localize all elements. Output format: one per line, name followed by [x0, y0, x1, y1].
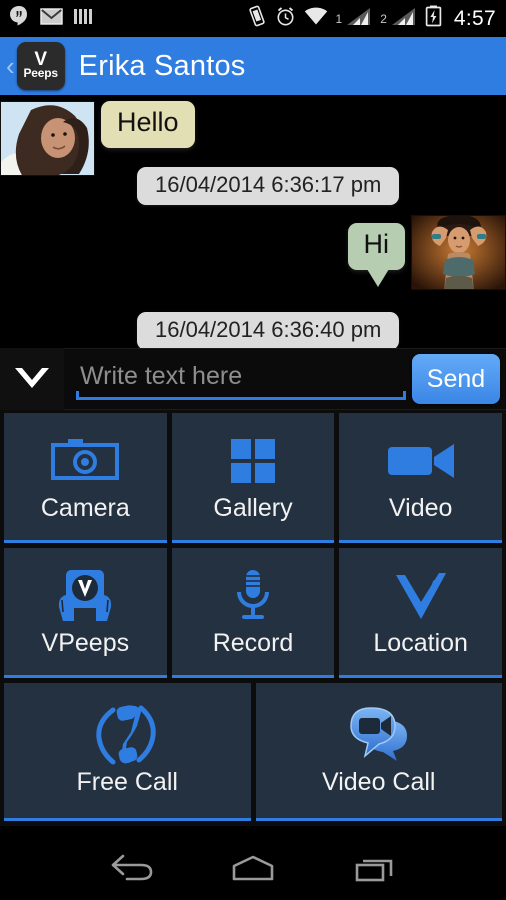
- attachment-row: VPeeps Record Location: [0, 548, 506, 683]
- bars-icon: [73, 7, 94, 31]
- wifi-icon: [304, 7, 328, 31]
- attachment-label: VPeeps: [41, 629, 130, 657]
- status-bar-system: 1 2 4:57: [247, 5, 496, 32]
- vpeeps-hands-icon: [54, 565, 116, 627]
- attachment-label: Record: [212, 629, 294, 657]
- battery-charging-icon: [425, 5, 442, 32]
- attachment-vpeeps[interactable]: VPeeps: [4, 548, 167, 678]
- app-logo-peeps: Peeps: [23, 66, 58, 80]
- attachment-label: Free Call: [76, 768, 178, 796]
- back-chevron-icon[interactable]: ‹: [6, 53, 15, 79]
- attachment-label: Video: [388, 494, 453, 522]
- attachment-label: Gallery: [213, 494, 293, 522]
- message-row-outgoing: Hi: [347, 215, 506, 290]
- attachment-label: Location: [373, 629, 468, 657]
- message-bubble[interactable]: Hi: [347, 223, 405, 287]
- location-pin-icon: [393, 565, 449, 627]
- attachment-video-call[interactable]: Video Call: [255, 683, 502, 821]
- attachment-gallery[interactable]: Gallery: [171, 413, 335, 543]
- alarm-icon: [275, 6, 296, 32]
- attachment-row: Free Call Video Call: [0, 683, 506, 826]
- gallery-grid-icon: [229, 430, 277, 492]
- video-chat-bubbles-icon: [345, 704, 413, 766]
- contact-avatar[interactable]: [0, 101, 95, 176]
- message-timestamp: 16/04/2014 6:36:17 pm: [137, 167, 400, 205]
- sim1-label: 1: [335, 11, 343, 26]
- attachment-record[interactable]: Record: [171, 548, 335, 678]
- attachment-grid: Camera Gallery Video VPeeps Record Locat…: [0, 410, 506, 826]
- app-logo[interactable]: V Peeps: [16, 42, 65, 90]
- chevron-down-icon[interactable]: [0, 348, 64, 410]
- message-row-incoming: Hello: [0, 101, 195, 176]
- contact-name-title: Erika Santos: [78, 49, 246, 82]
- status-bar-clock: 4:57: [453, 6, 496, 30]
- attachment-label: Camera: [40, 494, 130, 522]
- attachment-video[interactable]: Video: [339, 413, 503, 543]
- recents-icon[interactable]: [340, 844, 410, 894]
- signal-icon: [391, 7, 417, 31]
- attachment-location[interactable]: Location: [339, 548, 503, 678]
- gmail-icon: [40, 7, 63, 31]
- video-camera-icon: [386, 430, 456, 492]
- message-timestamp: 16/04/2014 6:36:40 pm: [137, 312, 400, 348]
- send-button[interactable]: Send: [412, 354, 500, 404]
- message-bubble[interactable]: Hello: [101, 101, 195, 148]
- app-logo-v: V: [34, 49, 48, 70]
- message-input-wrapper: [76, 356, 406, 402]
- hangouts-icon: [8, 5, 30, 32]
- message-text-input[interactable]: [76, 356, 406, 396]
- phone-screen: 1 2 4:57 ‹ V Peeps Erika Santos Hello 16…: [0, 0, 506, 900]
- home-icon[interactable]: [218, 844, 288, 894]
- self-avatar[interactable]: [411, 215, 506, 290]
- attachment-free-call[interactable]: Free Call: [4, 683, 251, 821]
- chat-message-list[interactable]: Hello 16/04/2014 6:36:17 pm Hi 16/04/201…: [0, 95, 506, 348]
- attachment-row: Camera Gallery Video: [0, 413, 506, 548]
- message-input-bar: Send: [0, 348, 506, 410]
- title-bar: ‹ V Peeps Erika Santos: [0, 37, 506, 95]
- signal-icon: [346, 7, 372, 31]
- sim2-label: 2: [380, 11, 387, 26]
- microphone-icon: [231, 565, 275, 627]
- status-bar-notifications: [8, 5, 94, 32]
- input-underline: [76, 391, 406, 400]
- android-nav-bar: [0, 838, 506, 900]
- attachment-label: Video Call: [321, 768, 436, 796]
- attachment-camera[interactable]: Camera: [4, 413, 167, 543]
- vibrate-icon: [247, 5, 267, 32]
- back-arrow-icon[interactable]: [96, 844, 166, 894]
- phone-handset-icon: [91, 704, 163, 766]
- camera-icon: [49, 430, 121, 492]
- status-bar: 1 2 4:57: [0, 0, 506, 37]
